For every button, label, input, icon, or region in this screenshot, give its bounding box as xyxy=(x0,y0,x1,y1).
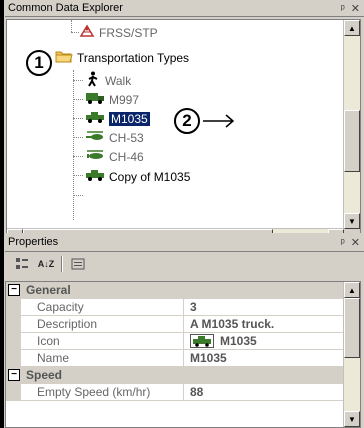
collapse-icon[interactable]: − xyxy=(8,284,20,296)
tree-line xyxy=(73,70,74,220)
property-row-empty-speed[interactable]: Empty Speed (km/hr) 88 xyxy=(6,384,344,401)
sort-az-label: A↓Z xyxy=(37,259,55,269)
folder-icon xyxy=(55,49,73,66)
helicopter-icon xyxy=(85,148,105,165)
pin-icon[interactable]: ᵖ xyxy=(341,3,345,15)
property-value-icon[interactable]: M1035 xyxy=(184,334,257,348)
property-value[interactable]: 88 xyxy=(184,385,203,399)
truck-icon xyxy=(85,110,105,127)
window-edge xyxy=(0,0,4,428)
tree-line xyxy=(73,195,83,196)
properties-title: Properties xyxy=(8,236,59,248)
row-gutter xyxy=(6,299,21,315)
tree-line xyxy=(73,118,83,119)
tree-item-walk[interactable]: Walk xyxy=(85,71,131,90)
helicopter-icon xyxy=(85,129,105,146)
row-gutter xyxy=(6,316,21,332)
property-pages-icon[interactable] xyxy=(69,255,87,273)
callout-arrow xyxy=(203,114,235,128)
callout-number: 2 xyxy=(182,111,192,130)
scroll-thumb[interactable] xyxy=(344,110,360,172)
row-gutter xyxy=(6,350,21,366)
tree-item-label: M1035 xyxy=(109,111,150,126)
tree-item-label: CH-46 xyxy=(109,149,144,164)
tree-item-label: CH-53 xyxy=(109,130,144,145)
close-icon[interactable]: ✕ xyxy=(351,2,360,15)
tree-item-label: Walk xyxy=(105,73,132,88)
alphabetical-sort-icon[interactable]: A↓Z xyxy=(37,255,55,273)
scroll-up-icon[interactable]: ▲ xyxy=(344,282,360,298)
tree-item-label: FRSS/STP xyxy=(99,25,158,40)
property-row-capacity[interactable]: Capacity 3 xyxy=(6,299,344,316)
tree-line xyxy=(71,32,79,33)
tree-vertical-scrollbar[interactable]: ▲ ▼ xyxy=(343,20,360,229)
icon-value-label: M1035 xyxy=(220,334,257,348)
truck-icon xyxy=(85,91,105,108)
tree-item-m997[interactable]: M997 xyxy=(85,90,139,109)
property-name: Empty Speed (km/hr) xyxy=(21,384,184,400)
tree-line xyxy=(71,20,72,32)
property-name: Description xyxy=(21,316,184,332)
truck-icon xyxy=(190,334,214,348)
tree-line xyxy=(73,175,83,176)
category-label: General xyxy=(26,283,71,297)
callout-number: 1 xyxy=(34,53,44,72)
property-value[interactable]: 3 xyxy=(184,300,197,314)
tree-item-label: M997 xyxy=(109,92,140,107)
tree-item-frss[interactable]: FRSS/STP xyxy=(79,23,158,42)
explorer-titlebar: Common Data Explorer ᵖ ✕ xyxy=(5,0,364,17)
row-gutter xyxy=(6,333,21,349)
property-value[interactable]: A M1035 truck. xyxy=(184,317,274,331)
tree-item-copy-m1035[interactable]: Copy of M1035 xyxy=(85,167,190,186)
grid-vertical-scrollbar[interactable]: ▲ ▼ xyxy=(343,282,360,427)
tree-line xyxy=(73,156,83,157)
explorer-title: Common Data Explorer xyxy=(8,2,123,14)
row-gutter xyxy=(6,384,21,400)
tree-item-label: Copy of M1035 xyxy=(109,169,191,184)
tree-item-label: Transportation Types xyxy=(77,50,190,65)
tree-line xyxy=(73,80,83,81)
scroll-down-icon[interactable]: ▼ xyxy=(344,213,360,229)
collapse-icon[interactable]: − xyxy=(8,369,20,381)
app-frame: Common Data Explorer ᵖ ✕ FRSS/STP Transp… xyxy=(0,0,364,428)
tree-item-ch46[interactable]: CH-46 xyxy=(85,147,144,166)
property-value[interactable]: M1035 xyxy=(184,351,227,365)
frss-icon xyxy=(79,24,95,41)
scroll-up-icon[interactable]: ▲ xyxy=(344,20,360,36)
truck-icon xyxy=(85,168,105,185)
tree-item-m1035[interactable]: M1035 xyxy=(85,109,150,128)
property-name: Name xyxy=(21,350,184,366)
property-row-description[interactable]: Description A M1035 truck. xyxy=(6,316,344,333)
toolbar-separator xyxy=(61,256,63,272)
close-icon[interactable]: ✕ xyxy=(351,236,360,249)
scroll-thumb[interactable] xyxy=(344,298,360,358)
property-name: Capacity xyxy=(21,299,184,315)
properties-toolbar: A↓Z xyxy=(5,252,364,276)
category-label: Speed xyxy=(26,368,63,382)
property-row-icon[interactable]: Icon M1035 xyxy=(6,333,344,350)
properties-titlebar: Properties ᵖ ✕ xyxy=(5,233,364,252)
scroll-down-icon[interactable]: ▼ xyxy=(344,411,360,427)
category-general[interactable]: − General xyxy=(6,282,344,299)
callout-1: 1 xyxy=(26,50,52,76)
pin-icon[interactable]: ᵖ xyxy=(341,237,345,249)
property-name: Icon xyxy=(21,333,184,349)
tree-line xyxy=(73,99,83,100)
property-grid: − General Capacity 3 Description A M1035… xyxy=(5,281,361,428)
tree-item-ch53[interactable]: CH-53 xyxy=(85,128,144,147)
callout-2: 2 xyxy=(174,108,200,134)
property-row-name[interactable]: Name M1035 xyxy=(6,350,344,367)
tree-item-transportation-types[interactable]: Transportation Types xyxy=(55,48,189,67)
category-speed[interactable]: − Speed xyxy=(6,367,344,384)
tree-line xyxy=(73,137,83,138)
categorized-icon[interactable] xyxy=(13,255,31,273)
walk-icon xyxy=(85,71,101,90)
